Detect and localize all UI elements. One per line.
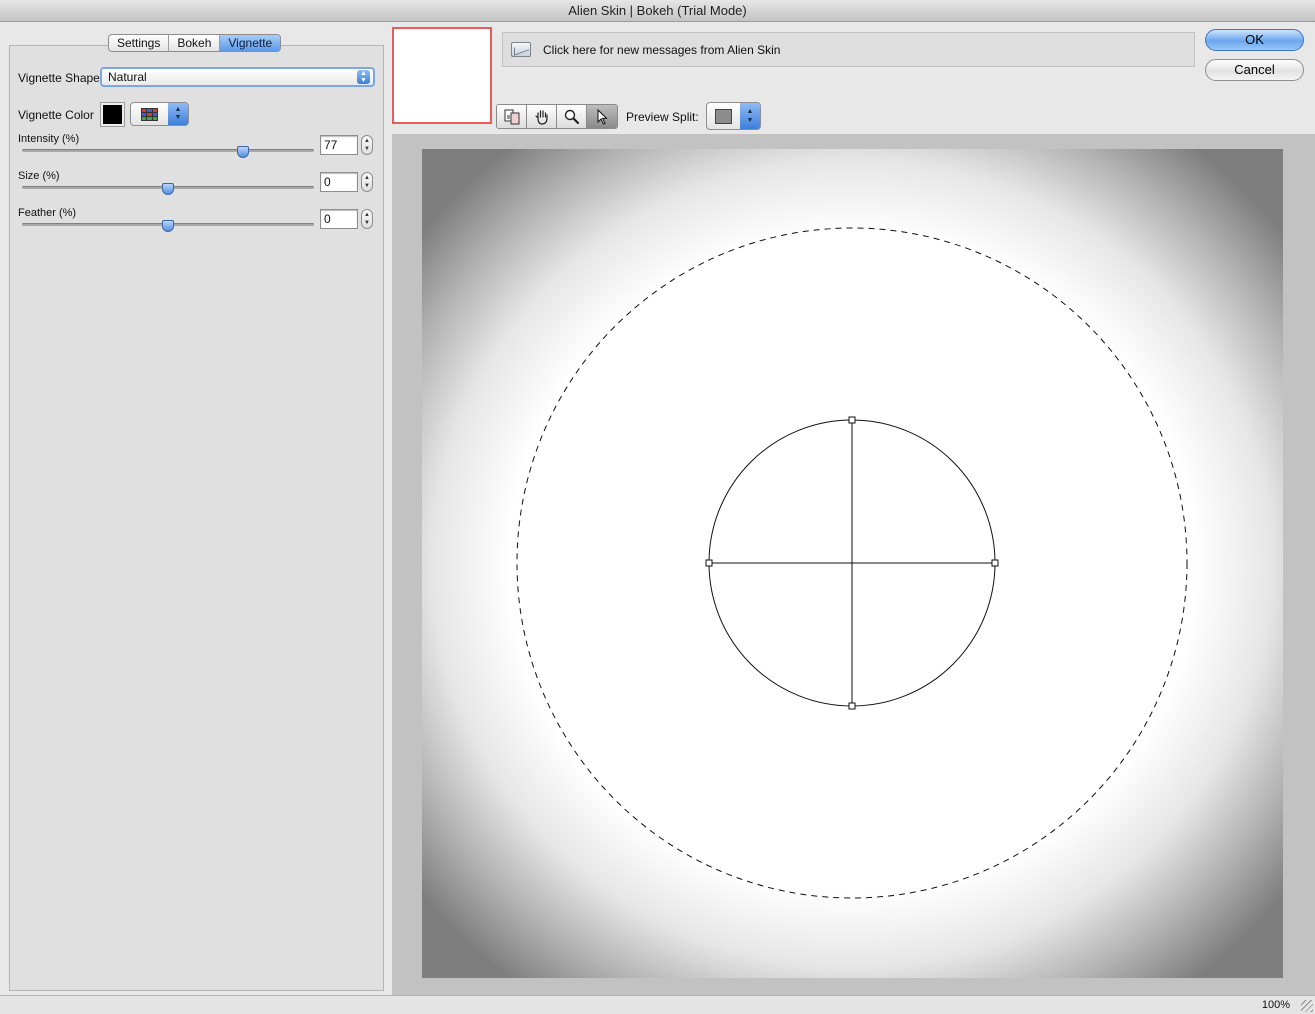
- handle-right[interactable]: [991, 559, 999, 567]
- feather-input[interactable]: 0: [320, 209, 358, 229]
- vignette-color-swatch[interactable]: [100, 102, 125, 127]
- preview-split-label: Preview Split:: [626, 110, 699, 124]
- vignette-color-label: Vignette Color: [18, 108, 94, 122]
- size-stepper[interactable]: ▲ ▼: [361, 172, 373, 192]
- resize-grip-icon[interactable]: [1301, 1000, 1313, 1012]
- preview-split-select[interactable]: ▲ ▼: [706, 102, 761, 130]
- vignette-shape-label: Vignette Shape: [18, 71, 100, 85]
- cancel-button[interactable]: Cancel: [1205, 59, 1304, 81]
- intensity-label: Intensity (%): [18, 133, 80, 145]
- chevron-updown-icon: ▲ ▼: [168, 103, 188, 125]
- zoom-icon[interactable]: [557, 105, 587, 128]
- mail-icon: [511, 42, 531, 57]
- size-input[interactable]: 0: [320, 172, 358, 192]
- intensity-slider-track[interactable]: [22, 149, 314, 152]
- intensity-stepper[interactable]: ▲ ▼: [361, 135, 373, 155]
- tab-vignette[interactable]: Vignette: [220, 35, 281, 51]
- feather-stepper[interactable]: ▲ ▼: [361, 209, 373, 229]
- ok-button[interactable]: OK: [1205, 29, 1304, 51]
- messages-text: Click here for new messages from Alien S…: [543, 43, 781, 57]
- compare-icon[interactable]: [497, 105, 527, 128]
- vignette-shape-select[interactable]: Natural ▲ ▼: [100, 67, 375, 87]
- preview-canvas[interactable]: [422, 149, 1283, 978]
- tab-bokeh[interactable]: Bokeh: [169, 35, 221, 51]
- intensity-input[interactable]: 77: [320, 135, 358, 155]
- zoom-level: 100%: [1261, 999, 1290, 1011]
- split-square-icon: [715, 109, 732, 124]
- window-title: Alien Skin | Bokeh (Trial Mode): [0, 0, 1315, 22]
- feather-slider-thumb[interactable]: [162, 220, 174, 232]
- status-bar: 100%: [0, 995, 1315, 1014]
- arrow-pointer-icon[interactable]: [587, 105, 617, 128]
- chevron-updown-icon: ▲ ▼: [740, 103, 760, 129]
- intensity-slider-thumb[interactable]: [237, 146, 249, 158]
- size-label: Size (%): [18, 170, 60, 182]
- messages-bar[interactable]: Click here for new messages from Alien S…: [502, 32, 1195, 67]
- chevron-updown-icon: ▲ ▼: [357, 70, 370, 84]
- feather-label: Feather (%): [18, 207, 77, 219]
- vignette-shape-value: Natural: [108, 70, 147, 84]
- preview-toolbar: [496, 104, 618, 129]
- color-grid-icon: [141, 108, 158, 121]
- size-slider-thumb[interactable]: [162, 183, 174, 195]
- navigator-thumbnail[interactable]: [392, 27, 492, 124]
- color-picker-menu[interactable]: ▲ ▼: [130, 102, 189, 126]
- handle-top[interactable]: [848, 416, 856, 424]
- handle-bottom[interactable]: [848, 702, 856, 710]
- tab-settings[interactable]: Settings: [109, 35, 170, 51]
- hand-icon[interactable]: [527, 105, 557, 128]
- handle-left[interactable]: [705, 559, 713, 567]
- panel-tabs: Settings Bokeh Vignette: [108, 34, 282, 52]
